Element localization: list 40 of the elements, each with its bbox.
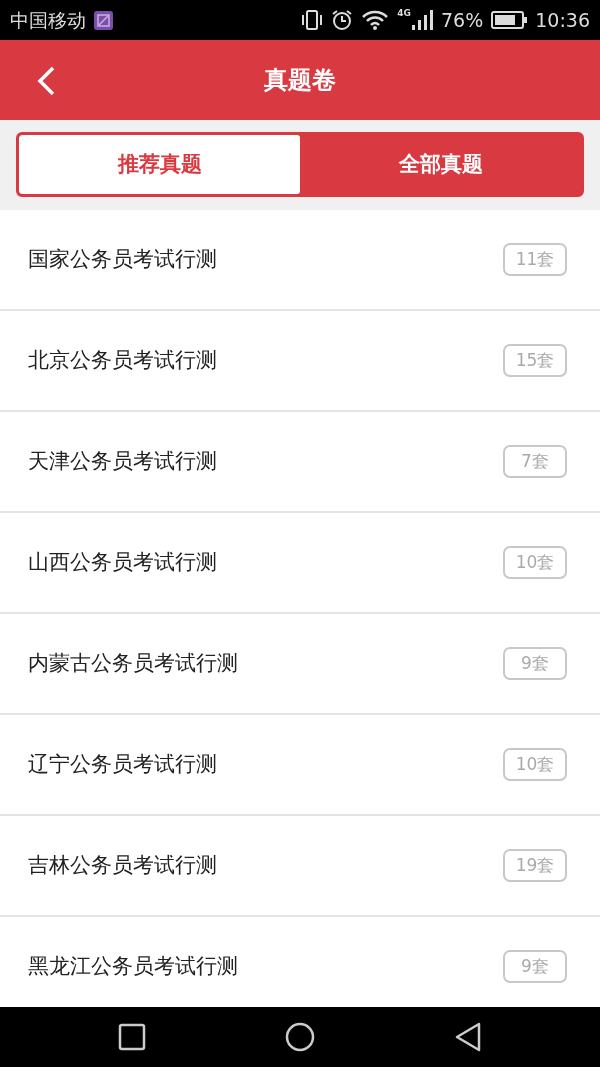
paper-title: 国家公务员考试行测 [28,245,217,273]
paper-title: 辽宁公务员考试行测 [28,750,217,778]
back-nav-icon[interactable] [454,1022,483,1052]
wifi-icon [361,9,390,31]
paper-title: 吉林公务员考试行测 [28,851,217,879]
set-count: 10套 [503,748,567,781]
set-count: 15套 [503,344,567,377]
battery-percent: 76% [441,7,484,33]
set-count: 9套 [503,950,567,983]
home-icon[interactable] [285,1022,315,1052]
paper-row[interactable]: 内蒙古公务员考试行测 9套 [0,614,600,715]
back-icon[interactable] [36,66,56,96]
alarm-icon [331,9,354,31]
set-count: 19套 [503,849,567,882]
tab[interactable]: 推荐真题 [19,135,300,194]
paper-row[interactable]: 国家公务员考试行测 11套 [0,210,600,311]
paper-row[interactable]: 山西公务员考试行测 10套 [0,513,600,614]
paper-row[interactable]: 黑龙江公务员考试行测 9套 [0,917,600,1007]
recent-apps-icon[interactable] [117,1023,146,1051]
paper-title: 天津公务员考试行测 [28,447,217,475]
set-count: 10套 [503,546,567,579]
paper-row[interactable]: 北京公务员考试行测 15套 [0,311,600,412]
page-title: 真题卷 [264,65,336,96]
paper-row[interactable]: 辽宁公务员考试行测 10套 [0,715,600,816]
battery-icon [491,11,528,29]
paper-row[interactable]: 吉林公务员考试行测 19套 [0,816,600,917]
set-count: 7套 [503,445,567,478]
gallery-icon [94,10,113,30]
set-count: 11套 [503,243,567,276]
paper-title: 北京公务员考试行测 [28,346,217,374]
paper-title: 黑龙江公务员考试行测 [28,952,238,980]
vibrate-icon [301,9,324,31]
set-count: 9套 [503,647,567,680]
clock-time: 10:36 [535,7,590,33]
paper-row[interactable]: 天津公务员考试行测 7套 [0,412,600,513]
paper-title: 山西公务员考试行测 [28,548,217,576]
carrier-name: 中国移动 [10,7,86,33]
paper-title: 内蒙古公务员考试行测 [28,649,238,677]
signal-icon [411,9,433,31]
network-label: 4G [397,9,411,18]
